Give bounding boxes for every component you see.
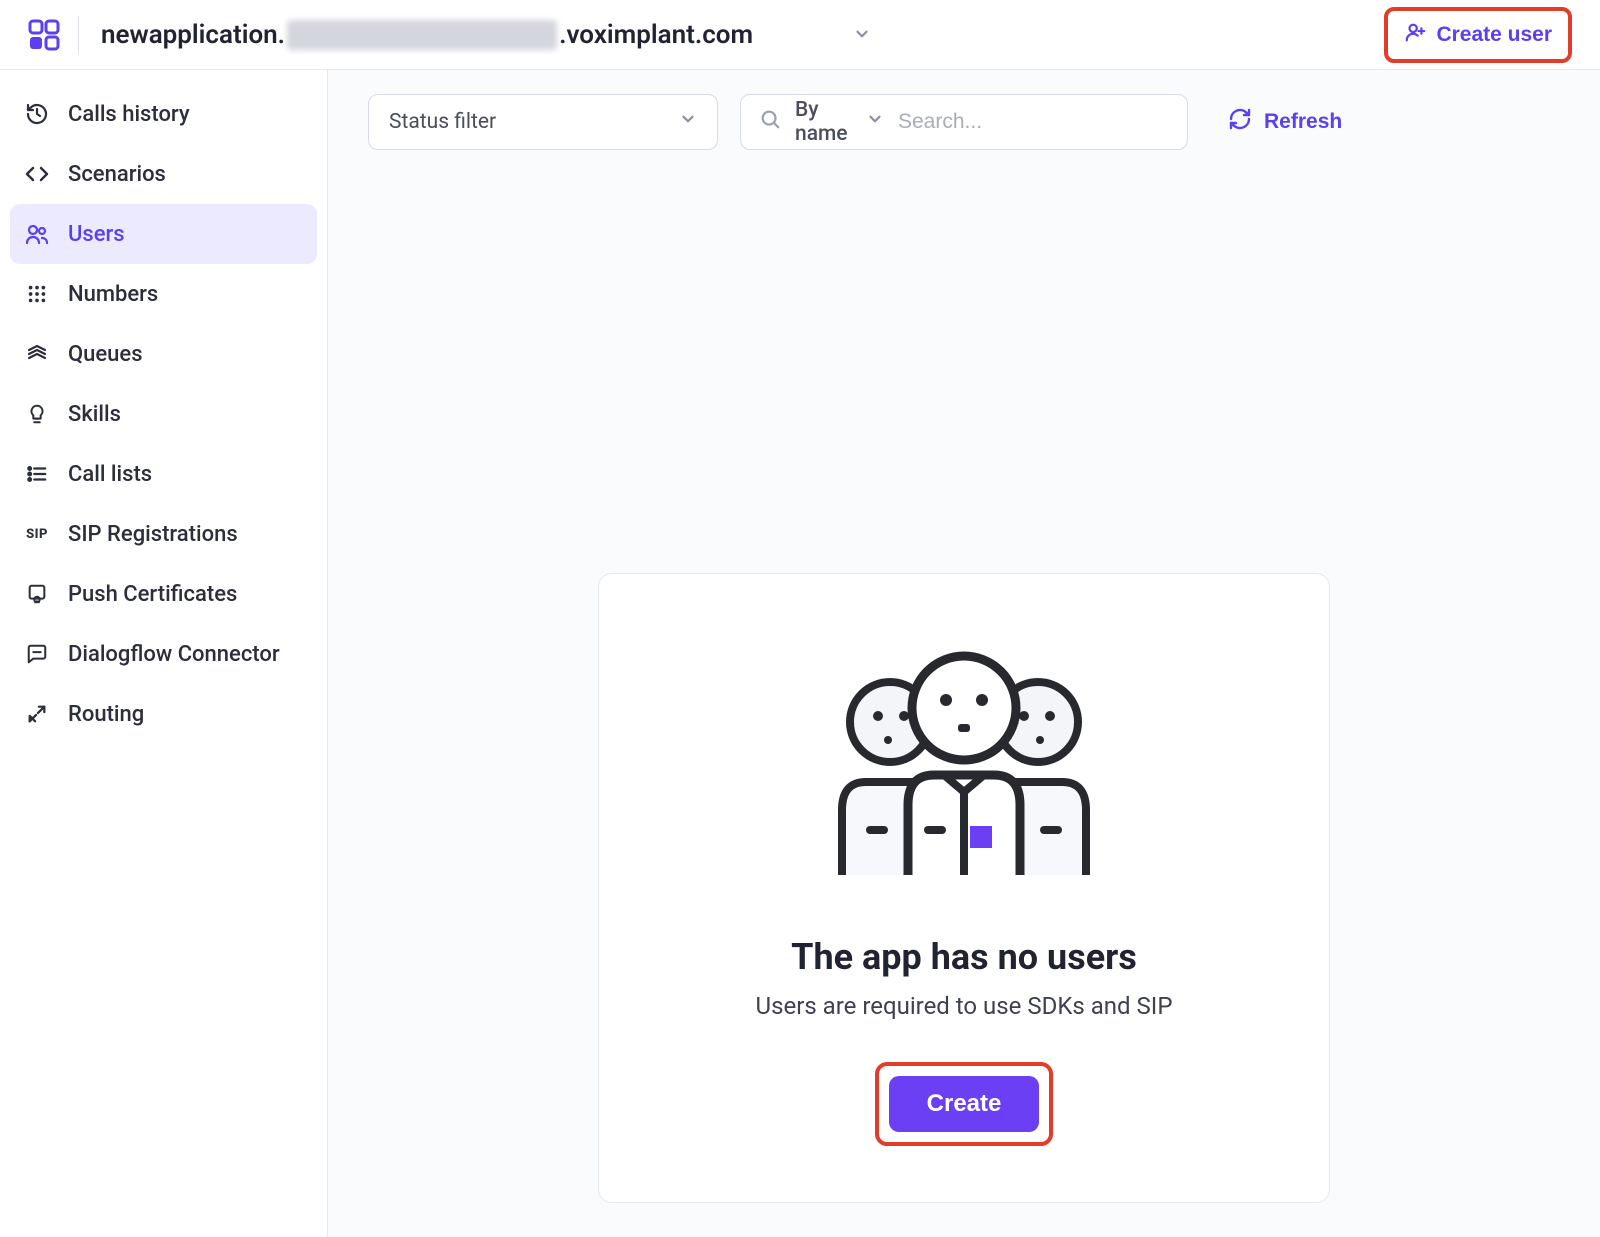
sidebar-item-routing[interactable]: Routing	[10, 684, 317, 744]
layers-icon	[24, 342, 50, 366]
routing-icon	[24, 703, 50, 725]
chevron-down-icon	[866, 110, 884, 134]
users-icon	[24, 222, 50, 246]
app-domain-blurred	[287, 20, 557, 50]
main-content: Status filter By name	[328, 70, 1600, 1237]
sidebar-item-label: Dialogflow Connector	[68, 642, 280, 667]
create-user-button[interactable]: Create user	[1384, 7, 1572, 63]
search-box: By name	[740, 94, 1188, 150]
refresh-label: Refresh	[1264, 110, 1342, 134]
empty-state-title: The app has no users	[791, 936, 1137, 978]
sidebar-item-label: Numbers	[68, 282, 158, 307]
sidebar: Calls history Scenarios Users Numbers Qu…	[0, 70, 328, 1237]
sidebar-item-users[interactable]: Users	[10, 204, 317, 264]
dialpad-icon	[24, 283, 50, 305]
header-divider	[78, 16, 79, 54]
sidebar-item-queues[interactable]: Queues	[10, 324, 317, 384]
search-mode-select[interactable]: By name	[795, 98, 884, 146]
cert-icon	[24, 583, 50, 605]
sidebar-item-dialogflow-connector[interactable]: Dialogflow Connector	[10, 624, 317, 684]
sip-icon: SIP	[24, 527, 50, 542]
list-icon	[24, 463, 50, 485]
add-user-icon	[1404, 21, 1426, 49]
search-icon	[759, 108, 781, 136]
create-button[interactable]: Create	[889, 1076, 1040, 1132]
empty-state-card: The app has no users Users are required …	[598, 573, 1330, 1203]
users-empty-illustration-icon	[824, 650, 1104, 884]
create-button-highlight: Create	[875, 1062, 1054, 1146]
sidebar-item-call-lists[interactable]: Call lists	[10, 444, 317, 504]
sidebar-item-label: Call lists	[68, 462, 152, 487]
sidebar-item-label: Users	[68, 222, 125, 247]
status-filter-label: Status filter	[389, 110, 496, 134]
sidebar-item-scenarios[interactable]: Scenarios	[10, 144, 317, 204]
search-input[interactable]	[898, 110, 1169, 134]
refresh-icon	[1228, 107, 1252, 137]
create-user-label: Create user	[1436, 23, 1552, 47]
sidebar-item-label: Scenarios	[68, 162, 166, 187]
sidebar-item-label: Routing	[68, 702, 144, 727]
search-mode-label: By name	[795, 98, 854, 146]
create-button-label: Create	[927, 1090, 1002, 1117]
code-icon	[24, 162, 50, 186]
empty-state-subtitle: Users are required to use SDKs and SIP	[756, 992, 1173, 1020]
sidebar-item-sip-registrations[interactable]: SIP SIP Registrations	[10, 504, 317, 564]
app-logo-icon[interactable]	[28, 19, 60, 51]
app-switcher[interactable]: newapplication. .voximplant.com	[101, 20, 871, 50]
sidebar-item-label: Push Certificates	[68, 582, 237, 607]
sidebar-item-label: Calls history	[68, 102, 190, 127]
app-domain-prefix: newapplication.	[101, 20, 285, 50]
history-icon	[24, 102, 50, 126]
chevron-down-icon	[853, 20, 871, 50]
app-header: newapplication. .voximplant.com Create u…	[0, 0, 1600, 70]
users-toolbar: Status filter By name	[368, 94, 1560, 150]
refresh-button[interactable]: Refresh	[1228, 107, 1342, 137]
sidebar-item-numbers[interactable]: Numbers	[10, 264, 317, 324]
sidebar-item-calls-history[interactable]: Calls history	[10, 84, 317, 144]
sidebar-item-skills[interactable]: Skills	[10, 384, 317, 444]
sidebar-item-label: Queues	[68, 342, 143, 367]
status-filter-select[interactable]: Status filter	[368, 94, 718, 150]
sidebar-item-label: Skills	[68, 402, 121, 427]
bulb-icon	[24, 403, 50, 425]
app-domain-suffix: .voximplant.com	[559, 20, 753, 50]
sidebar-item-push-certificates[interactable]: Push Certificates	[10, 564, 317, 624]
sidebar-item-label: SIP Registrations	[68, 522, 238, 547]
chat-icon	[24, 643, 50, 665]
chevron-down-icon	[679, 110, 697, 134]
